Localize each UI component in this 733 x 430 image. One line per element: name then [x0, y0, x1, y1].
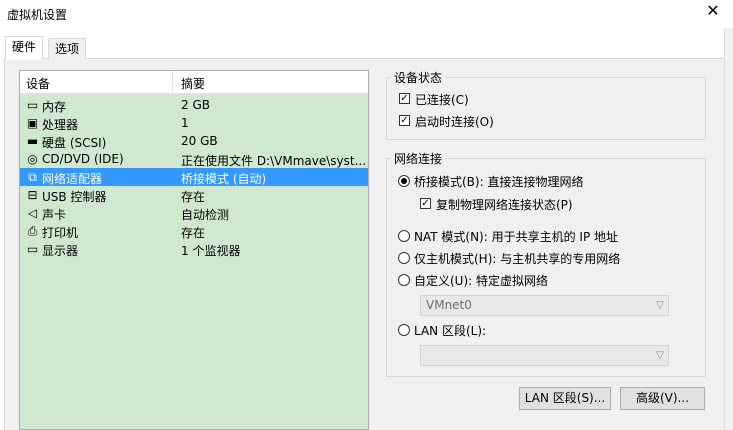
device-summary: 1: [181, 116, 189, 130]
device-name: 显示器: [42, 244, 79, 258]
lan-segment-select[interactable]: ▽: [420, 345, 669, 366]
device-summary: 存在: [181, 226, 206, 240]
advanced-button[interactable]: 高级(V)...: [620, 387, 705, 410]
tab-hardware[interactable]: 硬件: [5, 36, 44, 60]
custom-label[interactable]: 自定义(U): 特定虚拟网络: [414, 272, 548, 289]
connected-checkbox[interactable]: ✓: [399, 93, 410, 104]
device-summary: 2 GB: [181, 98, 210, 112]
tab-options[interactable]: 选项: [48, 38, 87, 59]
chevron-down-icon: ▽: [656, 350, 664, 361]
sound-card-icon: ◁: [27, 206, 38, 220]
nat-label[interactable]: NAT 模式(N): 用于共享主机的 IP 地址: [414, 228, 618, 245]
tab-options-label: 选项: [55, 42, 80, 56]
device-row-display[interactable]: ▭ 显示器 1 个监视器: [20, 240, 368, 258]
network-connection-title: 网络连接: [391, 150, 446, 167]
display-icon: ▭: [26, 242, 39, 256]
device-row-memory[interactable]: ▭ 内存 2 GB: [20, 96, 368, 114]
column-separator[interactable]: [172, 71, 173, 93]
device-status-title: 设备状态: [391, 69, 446, 86]
printer-icon: ⎙: [27, 224, 38, 238]
device-summary: 存在: [181, 190, 206, 204]
device-name: 硬盘 (SCSI): [42, 136, 107, 150]
custom-network-value: VMnet0: [426, 298, 472, 312]
custom-radio[interactable]: [398, 274, 410, 286]
connect-at-power-on-checkbox[interactable]: ✓: [399, 115, 410, 126]
device-name: 声卡: [42, 208, 67, 222]
network-adapter-icon: ⧉: [28, 170, 37, 184]
column-header-summary[interactable]: 摘要: [181, 75, 205, 92]
device-row-network-adapter[interactable]: ⧉ 网络适配器 桥接模式 (自动): [20, 168, 368, 186]
device-name: USB 控制器: [42, 190, 107, 204]
lan-segments-button[interactable]: LAN 区段(S)...: [519, 387, 611, 410]
device-row-cd-dvd[interactable]: ◎ CD/DVD (IDE) 正在使用文件 D:\VMmave\syst...: [20, 150, 368, 168]
tab-hardware-label: 硬件: [12, 40, 37, 54]
device-row-printer[interactable]: ⎙ 打印机 存在: [20, 222, 368, 240]
device-summary: 1 个监视器: [181, 244, 241, 258]
device-summary: 自动检测: [181, 208, 230, 222]
device-summary: 20 GB: [181, 134, 218, 148]
chevron-down-icon: ▽: [656, 300, 664, 311]
device-name: 处理器: [42, 118, 79, 132]
processor-icon: ▣: [26, 116, 39, 130]
custom-network-select[interactable]: VMnet0 ▽: [420, 295, 669, 316]
window-title: 虚拟机设置: [7, 8, 68, 22]
column-header-device[interactable]: 设备: [26, 75, 50, 92]
lan-segment-radio[interactable]: [398, 324, 410, 336]
replicate-state-checkbox[interactable]: ✓: [420, 198, 431, 209]
tab-strip-line: [4, 58, 724, 59]
device-row-usb[interactable]: ⊟ USB 控制器 存在: [20, 186, 368, 204]
bridged-label[interactable]: 桥接模式(B): 直接连接物理网络: [414, 173, 583, 190]
usb-icon: ⊟: [27, 188, 38, 202]
device-row-processor[interactable]: ▣ 处理器 1: [20, 114, 368, 132]
host-only-radio[interactable]: [398, 252, 410, 264]
device-name: 打印机: [42, 226, 79, 240]
device-summary: 桥接模式 (自动): [181, 172, 267, 186]
nat-radio[interactable]: [398, 230, 410, 242]
device-row-sound-card[interactable]: ◁ 声卡 自动检测: [20, 204, 368, 222]
bridged-radio[interactable]: [398, 175, 410, 187]
connected-label[interactable]: 已连接(C): [415, 91, 469, 108]
close-icon[interactable]: ✕: [705, 3, 721, 19]
hard-disk-icon: ▬: [26, 134, 39, 148]
device-summary: 正在使用文件 D:\VMmave\syst...: [181, 154, 367, 168]
device-name: 网络适配器: [42, 172, 103, 186]
window-edge: [724, 28, 733, 430]
lan-segment-label[interactable]: LAN 区段(L):: [414, 322, 486, 339]
device-row-hard-disk[interactable]: ▬ 硬盘 (SCSI) 20 GB: [20, 132, 368, 150]
host-only-label[interactable]: 仅主机模式(H): 与主机共享的专用网络: [414, 250, 620, 267]
device-name: CD/DVD (IDE): [42, 152, 124, 166]
device-status-group: [386, 77, 706, 140]
memory-icon: ▭: [26, 98, 39, 112]
cd-dvd-icon: ◎: [27, 152, 38, 166]
replicate-state-label[interactable]: 复制物理网络连接状态(P): [436, 196, 573, 213]
device-name: 内存: [42, 100, 67, 114]
connect-at-power-on-label[interactable]: 启动时连接(O): [415, 113, 494, 130]
